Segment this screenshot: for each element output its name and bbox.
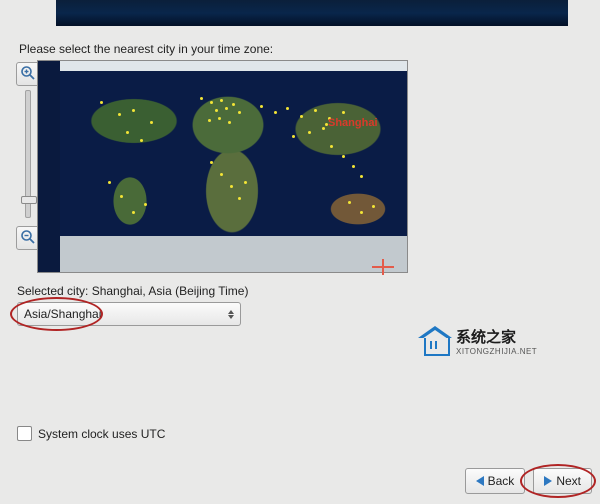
next-button-label: Next (556, 474, 581, 488)
world-map[interactable]: Shanghai (37, 60, 408, 273)
stepper-arrows-icon (220, 310, 236, 319)
back-button-label: Back (488, 474, 515, 488)
selected-city-marker-label: Shanghai (328, 117, 378, 129)
timezone-page: Please select the nearest city in your t… (0, 0, 600, 504)
timezone-value: Asia/Shanghai (18, 307, 101, 321)
map-canvas: Shanghai (60, 61, 408, 272)
zoom-out-icon (20, 229, 36, 248)
brand-cn: 系统之家 (456, 326, 537, 347)
house-logo-icon (418, 326, 452, 356)
city-dots (60, 61, 408, 272)
header-banner (56, 0, 568, 26)
utc-label: System clock uses UTC (38, 427, 165, 441)
arrow-right-icon (544, 476, 552, 486)
timezone-dropdown[interactable]: Asia/Shanghai (17, 302, 241, 326)
utc-checkbox-row[interactable]: System clock uses UTC (17, 426, 165, 441)
prompt-label: Please select the nearest city in your t… (19, 42, 273, 56)
selected-city-label: Selected city: Shanghai, Asia (Beijing T… (17, 284, 248, 298)
brand-en: XITONGZHIJIA.NET (456, 347, 537, 356)
back-button[interactable]: Back (465, 468, 526, 494)
zoom-slider-thumb[interactable] (21, 196, 37, 204)
watermark: 系统之家 XITONGZHIJIA.NET (418, 326, 537, 356)
nav-buttons: Back Next (465, 468, 592, 494)
zoom-in-icon (20, 65, 36, 84)
next-button[interactable]: Next (533, 468, 592, 494)
utc-checkbox[interactable] (17, 426, 32, 441)
arrow-left-icon (476, 476, 484, 486)
